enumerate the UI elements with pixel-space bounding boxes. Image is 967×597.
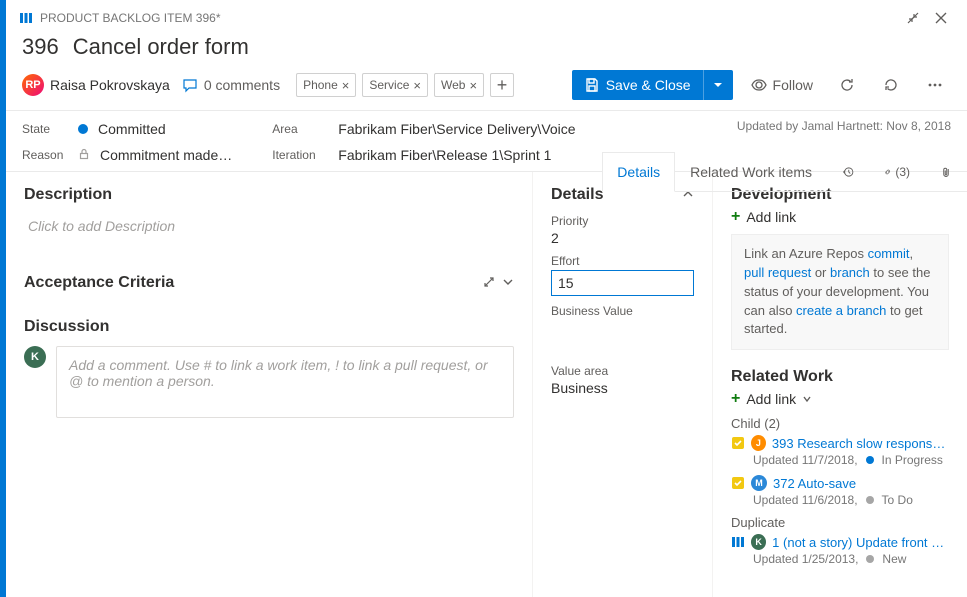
area-label: Area bbox=[272, 122, 328, 136]
avatar: K bbox=[751, 534, 766, 550]
follow-label: Follow bbox=[773, 77, 813, 93]
reason-label: Reason bbox=[22, 148, 68, 162]
acceptance-criteria-heading: Acceptance Criteria bbox=[24, 274, 174, 292]
chevron-down-icon[interactable] bbox=[502, 275, 514, 291]
tab-attachments[interactable] bbox=[925, 152, 967, 192]
tag-phone[interactable]: Phone× bbox=[296, 73, 356, 97]
related-item-updated: Updated 1/25/2013, bbox=[753, 552, 858, 566]
reason-value[interactable]: Commitment made… bbox=[100, 147, 232, 163]
tab-details[interactable]: Details bbox=[602, 152, 675, 192]
link-commit[interactable]: commit bbox=[868, 246, 910, 261]
details-heading: Details bbox=[551, 186, 603, 204]
state-value[interactable]: Committed bbox=[98, 121, 166, 137]
tag-remove-icon[interactable]: × bbox=[342, 78, 350, 93]
tags-list: Phone× Service× Web× + bbox=[296, 73, 514, 97]
comment-input[interactable]: Add a comment. Use # to link a work item… bbox=[56, 346, 514, 418]
avatar: J bbox=[751, 435, 766, 451]
work-item-id: 396 bbox=[22, 34, 59, 60]
lock-icon bbox=[78, 147, 90, 163]
child-group-label: Child (2) bbox=[731, 416, 949, 431]
link-branch[interactable]: branch bbox=[830, 265, 870, 280]
avatar: M bbox=[751, 475, 767, 491]
discussion-heading: Discussion bbox=[24, 318, 109, 336]
tab-links[interactable]: (3) bbox=[869, 152, 925, 192]
follow-button[interactable]: Follow bbox=[745, 70, 819, 100]
state-label: State bbox=[22, 122, 68, 136]
state-dot-icon bbox=[866, 496, 874, 504]
refresh-icon[interactable] bbox=[831, 70, 863, 100]
link-create-branch[interactable]: create a branch bbox=[796, 303, 886, 318]
avatar: K bbox=[24, 346, 46, 368]
save-close-button[interactable]: Save & Close bbox=[572, 70, 733, 100]
effort-label: Effort bbox=[551, 254, 694, 268]
chevron-down-icon bbox=[802, 394, 812, 404]
updated-by-text: Updated by Jamal Hartnett: Nov 8, 2018 bbox=[737, 119, 951, 133]
assignee-name: Raisa Pokrovskaya bbox=[50, 77, 170, 93]
related-item[interactable]: K 1 (not a story) Update front pa… bbox=[731, 534, 949, 550]
related-item-state: New bbox=[882, 552, 906, 566]
state-dot-icon bbox=[78, 124, 88, 134]
window-title: PRODUCT BACKLOG ITEM 396* bbox=[40, 11, 899, 25]
development-hint: Link an Azure Repos commit, pull request… bbox=[731, 234, 949, 350]
more-actions-icon[interactable] bbox=[919, 70, 951, 100]
related-work-heading: Related Work bbox=[731, 368, 949, 386]
related-item[interactable]: M 372 Auto-save bbox=[731, 475, 949, 491]
tab-related-work-items[interactable]: Related Work items bbox=[675, 152, 827, 192]
comments-button[interactable]: 0 comments bbox=[182, 77, 280, 93]
business-value-value[interactable] bbox=[551, 320, 694, 336]
avatar: RP bbox=[22, 74, 44, 96]
related-item-updated: Updated 11/7/2018, bbox=[753, 453, 858, 467]
priority-label: Priority bbox=[551, 214, 694, 228]
tag-web[interactable]: Web× bbox=[434, 73, 484, 97]
state-dot-icon bbox=[866, 555, 874, 563]
expand-icon[interactable] bbox=[482, 275, 496, 292]
area-value[interactable]: Fabrikam Fiber\Service Delivery\Voice bbox=[338, 121, 575, 137]
save-dropdown-icon[interactable] bbox=[703, 70, 733, 100]
tag-service[interactable]: Service× bbox=[362, 73, 428, 97]
tag-remove-icon[interactable]: × bbox=[413, 78, 421, 93]
business-value-label: Business Value bbox=[551, 304, 694, 318]
dev-add-link-button[interactable]: + Add link bbox=[731, 208, 949, 226]
close-icon[interactable] bbox=[927, 6, 955, 30]
plus-icon: + bbox=[731, 390, 740, 408]
work-item-type-icon bbox=[18, 10, 34, 26]
assignee-picker[interactable]: RP Raisa Pokrovskaya bbox=[22, 74, 170, 96]
related-item[interactable]: J 393 Research slow response ti… bbox=[731, 435, 949, 451]
work-item-title[interactable]: Cancel order form bbox=[73, 34, 249, 60]
tab-history[interactable] bbox=[827, 152, 869, 192]
description-heading: Description bbox=[24, 186, 112, 204]
restore-down-icon[interactable] bbox=[899, 6, 927, 30]
undo-icon[interactable] bbox=[875, 70, 907, 100]
save-close-label: Save & Close bbox=[606, 77, 691, 93]
plus-icon: + bbox=[731, 208, 740, 226]
comments-count-label: 0 comments bbox=[204, 77, 280, 93]
work-item-tabs: Details Related Work items (3) bbox=[602, 152, 967, 192]
iteration-label: Iteration bbox=[272, 148, 328, 162]
link-pull-request[interactable]: pull request bbox=[744, 265, 811, 280]
tag-remove-icon[interactable]: × bbox=[469, 78, 477, 93]
effort-input[interactable] bbox=[551, 270, 694, 296]
priority-value[interactable]: 2 bbox=[551, 230, 694, 246]
tag-add-button[interactable]: + bbox=[490, 73, 514, 97]
description-placeholder[interactable]: Click to add Description bbox=[24, 214, 514, 256]
related-item-state: To Do bbox=[882, 493, 913, 507]
value-area-value[interactable]: Business bbox=[551, 380, 694, 396]
related-item-updated: Updated 11/6/2018, bbox=[753, 493, 858, 507]
related-item-state: In Progress bbox=[882, 453, 943, 467]
duplicate-group-label: Duplicate bbox=[731, 515, 949, 530]
related-add-link-button[interactable]: + Add link bbox=[731, 390, 949, 408]
iteration-value[interactable]: Fabrikam Fiber\Release 1\Sprint 1 bbox=[338, 147, 551, 163]
state-dot-icon bbox=[866, 456, 874, 464]
value-area-label: Value area bbox=[551, 364, 694, 378]
